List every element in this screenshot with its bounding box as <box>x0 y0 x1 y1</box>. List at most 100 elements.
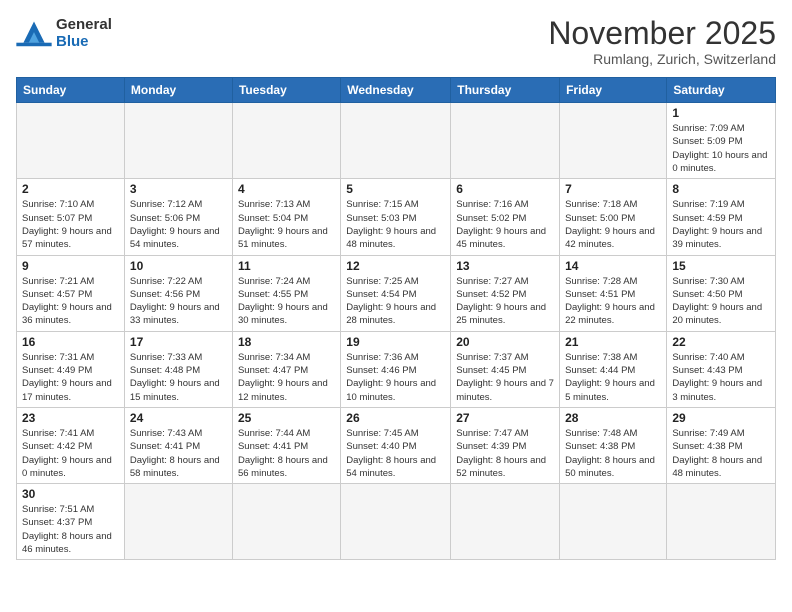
logo-text: General Blue <box>56 16 112 50</box>
day-cell: 5 Sunrise: 7:15 AM Sunset: 5:03 PM Daylig… <box>341 179 451 255</box>
day-info: Sunrise: 7:18 AM Sunset: 5:00 PM Dayligh… <box>565 198 661 251</box>
day-number: 21 <box>565 335 661 349</box>
calendar: SundayMondayTuesdayWednesdayThursdayFrid… <box>16 77 776 560</box>
day-number: 15 <box>672 259 770 273</box>
day-cell: 13 Sunrise: 7:27 AM Sunset: 4:52 PM Dayli… <box>451 255 560 331</box>
page: General Blue November 2025 Rumlang, Zuri… <box>0 0 792 612</box>
day-number: 13 <box>456 259 554 273</box>
day-cell <box>451 103 560 179</box>
day-cell: 20 Sunrise: 7:37 AM Sunset: 4:45 PM Dayli… <box>451 331 560 407</box>
day-number: 25 <box>238 411 335 425</box>
day-cell: 17 Sunrise: 7:33 AM Sunset: 4:48 PM Dayli… <box>124 331 232 407</box>
day-number: 5 <box>346 182 445 196</box>
day-cell: 25 Sunrise: 7:44 AM Sunset: 4:41 PM Dayli… <box>232 407 340 483</box>
day-cell: 11 Sunrise: 7:24 AM Sunset: 4:55 PM Dayli… <box>232 255 340 331</box>
day-cell <box>560 484 667 560</box>
week-row-6: 30Sunrise: 7:51 AM Sunset: 4:37 PM Dayli… <box>17 484 776 560</box>
day-number: 3 <box>130 182 227 196</box>
day-cell: 24 Sunrise: 7:43 AM Sunset: 4:41 PM Dayli… <box>124 407 232 483</box>
day-number: 30 <box>22 487 119 501</box>
week-row-2: 2 Sunrise: 7:10 AM Sunset: 5:07 PM Daylig… <box>17 179 776 255</box>
title-block: November 2025 Rumlang, Zurich, Switzerla… <box>548 16 776 67</box>
day-cell: 14 Sunrise: 7:28 AM Sunset: 4:51 PM Dayli… <box>560 255 667 331</box>
day-cell: 3 Sunrise: 7:12 AM Sunset: 5:06 PM Daylig… <box>124 179 232 255</box>
day-number: 9 <box>22 259 119 273</box>
day-info: Sunrise: 7:36 AM Sunset: 4:46 PM Dayligh… <box>346 351 445 404</box>
day-cell: 30Sunrise: 7:51 AM Sunset: 4:37 PM Dayli… <box>17 484 125 560</box>
weekday-header-tuesday: Tuesday <box>232 78 340 103</box>
day-cell: 4 Sunrise: 7:13 AM Sunset: 5:04 PM Daylig… <box>232 179 340 255</box>
weekday-header-saturday: Saturday <box>667 78 776 103</box>
day-info: Sunrise: 7:09 AM Sunset: 5:09 PM Dayligh… <box>672 122 770 175</box>
day-cell: 12Sunrise: 7:25 AM Sunset: 4:54 PM Dayli… <box>341 255 451 331</box>
day-number: 6 <box>456 182 554 196</box>
logo-icon <box>16 18 52 48</box>
day-number: 27 <box>456 411 554 425</box>
day-number: 26 <box>346 411 445 425</box>
day-info: Sunrise: 7:12 AM Sunset: 5:06 PM Dayligh… <box>130 198 227 251</box>
day-cell: 23Sunrise: 7:41 AM Sunset: 4:42 PM Dayli… <box>17 407 125 483</box>
day-info: Sunrise: 7:37 AM Sunset: 4:45 PM Dayligh… <box>456 351 554 404</box>
day-number: 16 <box>22 335 119 349</box>
day-cell <box>667 484 776 560</box>
day-number: 12 <box>346 259 445 273</box>
day-cell: 26Sunrise: 7:45 AM Sunset: 4:40 PM Dayli… <box>341 407 451 483</box>
month-title: November 2025 <box>548 16 776 51</box>
weekday-header-row: SundayMondayTuesdayWednesdayThursdayFrid… <box>17 78 776 103</box>
day-number: 22 <box>672 335 770 349</box>
day-number: 4 <box>238 182 335 196</box>
day-number: 24 <box>130 411 227 425</box>
day-info: Sunrise: 7:22 AM Sunset: 4:56 PM Dayligh… <box>130 275 227 328</box>
day-number: 10 <box>130 259 227 273</box>
day-cell <box>232 484 340 560</box>
day-cell: 16Sunrise: 7:31 AM Sunset: 4:49 PM Dayli… <box>17 331 125 407</box>
day-info: Sunrise: 7:33 AM Sunset: 4:48 PM Dayligh… <box>130 351 227 404</box>
day-info: Sunrise: 7:40 AM Sunset: 4:43 PM Dayligh… <box>672 351 770 404</box>
day-cell: 7Sunrise: 7:18 AM Sunset: 5:00 PM Daylig… <box>560 179 667 255</box>
day-cell <box>232 103 340 179</box>
day-info: Sunrise: 7:28 AM Sunset: 4:51 PM Dayligh… <box>565 275 661 328</box>
day-number: 8 <box>672 182 770 196</box>
day-cell: 19Sunrise: 7:36 AM Sunset: 4:46 PM Dayli… <box>341 331 451 407</box>
day-info: Sunrise: 7:15 AM Sunset: 5:03 PM Dayligh… <box>346 198 445 251</box>
day-cell <box>451 484 560 560</box>
day-number: 14 <box>565 259 661 273</box>
weekday-header-thursday: Thursday <box>451 78 560 103</box>
day-cell: 1 Sunrise: 7:09 AM Sunset: 5:09 PM Daylig… <box>667 103 776 179</box>
day-cell <box>124 484 232 560</box>
day-number: 17 <box>130 335 227 349</box>
day-info: Sunrise: 7:47 AM Sunset: 4:39 PM Dayligh… <box>456 427 554 480</box>
weekday-header-monday: Monday <box>124 78 232 103</box>
day-info: Sunrise: 7:24 AM Sunset: 4:55 PM Dayligh… <box>238 275 335 328</box>
day-number: 20 <box>456 335 554 349</box>
week-row-3: 9 Sunrise: 7:21 AM Sunset: 4:57 PM Daylig… <box>17 255 776 331</box>
day-info: Sunrise: 7:43 AM Sunset: 4:41 PM Dayligh… <box>130 427 227 480</box>
day-number: 18 <box>238 335 335 349</box>
weekday-header-friday: Friday <box>560 78 667 103</box>
week-row-1: 1 Sunrise: 7:09 AM Sunset: 5:09 PM Daylig… <box>17 103 776 179</box>
day-cell: 18Sunrise: 7:34 AM Sunset: 4:47 PM Dayli… <box>232 331 340 407</box>
day-info: Sunrise: 7:16 AM Sunset: 5:02 PM Dayligh… <box>456 198 554 251</box>
day-cell <box>560 103 667 179</box>
week-row-5: 23Sunrise: 7:41 AM Sunset: 4:42 PM Dayli… <box>17 407 776 483</box>
weekday-header-sunday: Sunday <box>17 78 125 103</box>
day-cell: 6 Sunrise: 7:16 AM Sunset: 5:02 PM Daylig… <box>451 179 560 255</box>
day-cell: 29Sunrise: 7:49 AM Sunset: 4:38 PM Dayli… <box>667 407 776 483</box>
day-cell: 28Sunrise: 7:48 AM Sunset: 4:38 PM Dayli… <box>560 407 667 483</box>
day-cell: 21Sunrise: 7:38 AM Sunset: 4:44 PM Dayli… <box>560 331 667 407</box>
day-cell <box>341 103 451 179</box>
week-row-4: 16Sunrise: 7:31 AM Sunset: 4:49 PM Dayli… <box>17 331 776 407</box>
day-cell: 22 Sunrise: 7:40 AM Sunset: 4:43 PM Dayli… <box>667 331 776 407</box>
day-cell: 9 Sunrise: 7:21 AM Sunset: 4:57 PM Daylig… <box>17 255 125 331</box>
day-info: Sunrise: 7:10 AM Sunset: 5:07 PM Dayligh… <box>22 198 119 251</box>
day-info: Sunrise: 7:13 AM Sunset: 5:04 PM Dayligh… <box>238 198 335 251</box>
day-number: 2 <box>22 182 119 196</box>
day-number: 11 <box>238 259 335 273</box>
day-info: Sunrise: 7:44 AM Sunset: 4:41 PM Dayligh… <box>238 427 335 480</box>
day-cell: 10 Sunrise: 7:22 AM Sunset: 4:56 PM Dayli… <box>124 255 232 331</box>
day-number: 1 <box>672 106 770 120</box>
day-info: Sunrise: 7:27 AM Sunset: 4:52 PM Dayligh… <box>456 275 554 328</box>
weekday-header-wednesday: Wednesday <box>341 78 451 103</box>
day-cell <box>17 103 125 179</box>
day-info: Sunrise: 7:21 AM Sunset: 4:57 PM Dayligh… <box>22 275 119 328</box>
